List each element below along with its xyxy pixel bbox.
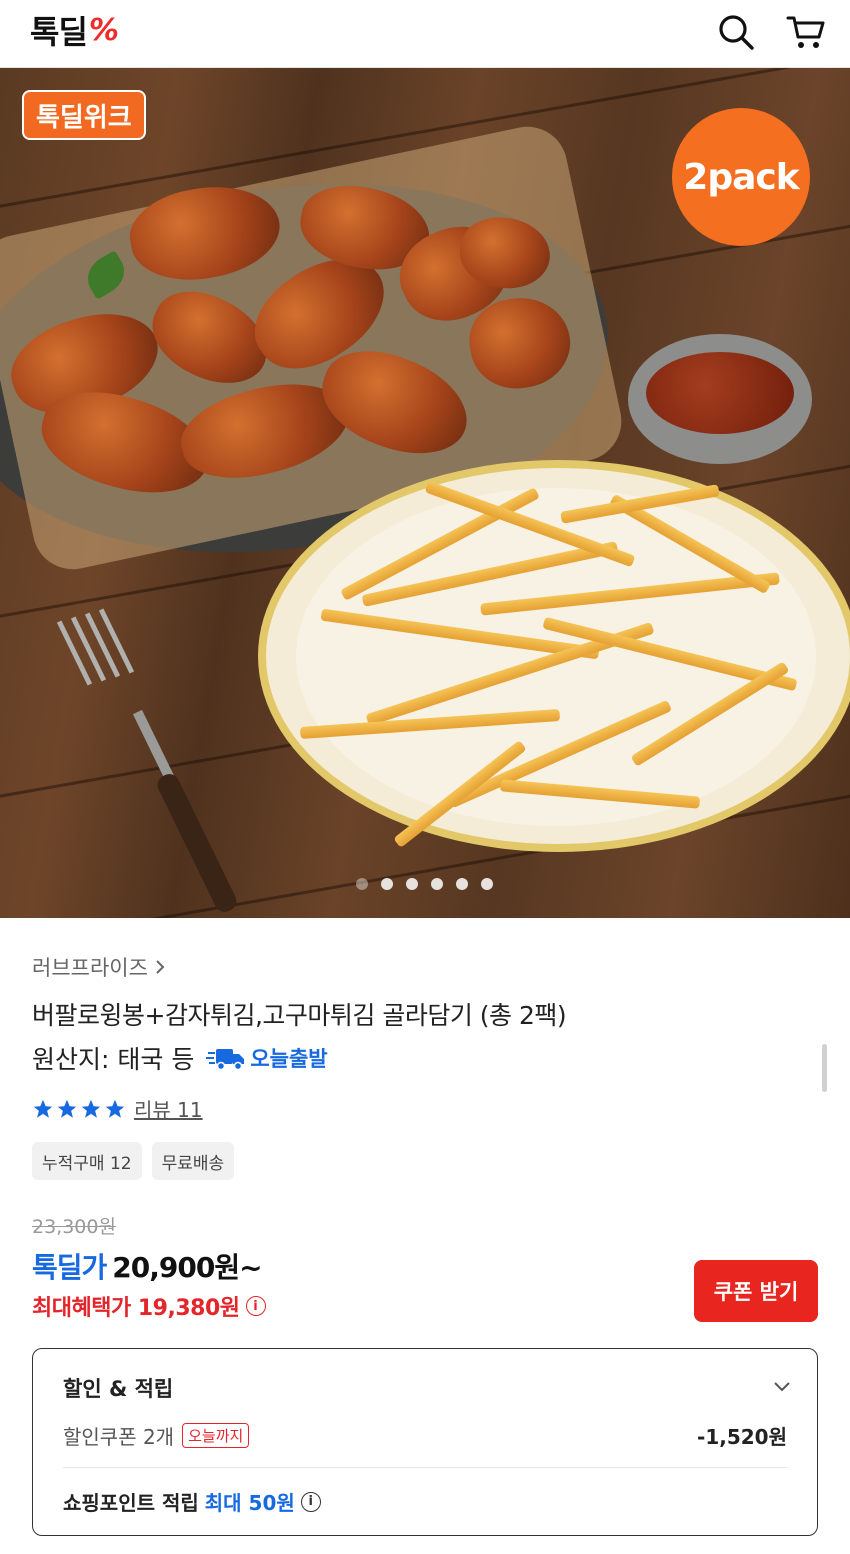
deal-price: 20,900원~ — [112, 1251, 262, 1284]
coupon-count: 할인쿠폰 2개 — [63, 1425, 175, 1449]
brand-name: 러브프라이즈 — [32, 956, 148, 980]
max-benefit-price: 최대혜택가 19,380원 — [32, 1296, 240, 1321]
deal-price-row: 톡딜가 20,900원~ — [32, 1246, 263, 1286]
fork-handle — [154, 770, 240, 916]
discount-rewards-panel: 할인 & 적립 할인쿠폰 2개 오늘까지 -1,520원 쇼핑포인트 적립 최대… — [32, 1348, 818, 1536]
two-pack-badge: 2pack — [672, 108, 810, 246]
info-icon[interactable]: i — [300, 1491, 321, 1512]
today-only-tag: 오늘까지 — [182, 1423, 250, 1448]
star-icon — [81, 1099, 101, 1118]
chevron-down-icon[interactable] — [771, 1375, 793, 1397]
dipping-sauce — [646, 352, 794, 434]
get-coupon-button[interactable]: 쿠폰 받기 — [694, 1260, 818, 1322]
discount-title: 할인 & 적립 — [63, 1377, 174, 1401]
carousel-indicator — [356, 878, 493, 890]
star-icon — [57, 1099, 77, 1118]
divider — [63, 1467, 787, 1468]
info-icon[interactable]: i — [245, 1296, 266, 1316]
carousel-dot[interactable] — [381, 878, 393, 890]
search-icon — [719, 15, 754, 50]
origin-text: 원산지: 태국 등 — [32, 1045, 195, 1074]
cart-icon — [786, 16, 825, 48]
logo-percent-mark: % — [88, 12, 119, 48]
product-image-carousel[interactable]: 톡딜위크 2pack — [0, 68, 850, 918]
rating-stars — [32, 1098, 126, 1120]
product-title: 버팔로윙봉+감자튀김,고구마튀김 골라담기 (총 2팩) — [32, 1001, 567, 1030]
chevron-right-icon — [156, 960, 165, 974]
shopping-point-row: 쇼핑포인트 적립 최대 50원 i — [63, 1487, 321, 1516]
brand-link[interactable]: 러브프라이즈 — [32, 952, 166, 982]
discount-coupon-row: 할인쿠폰 2개 오늘까지 — [63, 1421, 250, 1450]
page-scrollbar[interactable] — [822, 1044, 827, 1092]
fork-tine — [98, 608, 135, 674]
rating-row: 리뷰 11 — [32, 1094, 203, 1123]
max-benefit-row: 최대혜택가 19,380원 i — [32, 1290, 266, 1322]
today-shipping-badge: 오늘출발 — [206, 1043, 328, 1073]
cart-button[interactable] — [784, 10, 828, 54]
star-icon — [105, 1099, 125, 1118]
today-shipping-label: 오늘출발 — [250, 1047, 328, 1071]
carousel-dot[interactable] — [456, 878, 468, 890]
product-tags: 누적구매 12 무료배송 — [32, 1142, 235, 1180]
review-link[interactable]: 리뷰 11 — [134, 1094, 203, 1123]
app-header: 톡딜 % — [0, 0, 850, 68]
search-button[interactable] — [714, 10, 758, 54]
carousel-dot[interactable] — [356, 878, 368, 890]
logo-text: 톡딜 — [30, 13, 88, 51]
purchase-count-tag: 누적구매 12 — [32, 1142, 142, 1180]
free-shipping-tag: 무료배송 — [151, 1142, 235, 1180]
carousel-dot[interactable] — [481, 878, 493, 890]
star-icon — [33, 1099, 53, 1118]
original-price: 23,300원 — [32, 1216, 116, 1238]
coupon-discount-amount: -1,520원 — [697, 1425, 787, 1449]
origin-row: 원산지: 태국 등 오늘출발 — [32, 1040, 328, 1076]
talkdeal-week-badge: 톡딜위크 — [22, 90, 146, 140]
talkdeal-logo[interactable]: 톡딜 % — [30, 10, 119, 52]
delivery-truck-icon — [206, 1049, 245, 1071]
carousel-dot[interactable] — [406, 878, 418, 890]
carousel-dot[interactable] — [431, 878, 443, 890]
shopping-point-label: 쇼핑포인트 적립 — [63, 1491, 199, 1515]
deal-price-label: 톡딜가 — [32, 1251, 107, 1284]
shopping-point-value: 최대 50원 — [204, 1491, 295, 1515]
